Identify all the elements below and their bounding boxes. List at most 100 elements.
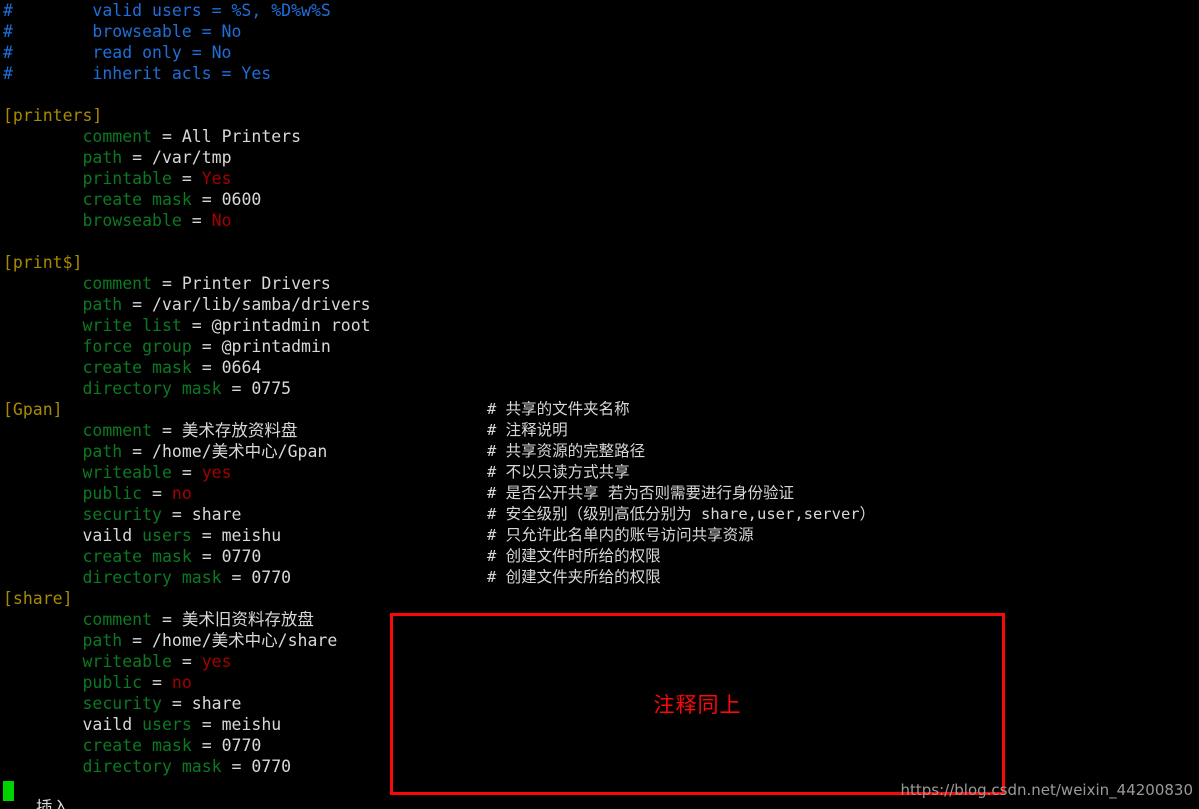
- directive-key: path: [82, 295, 123, 314]
- terminal-line: create mask = 0600: [0, 189, 1199, 210]
- directive-value: meishu: [221, 715, 282, 734]
- equals-sign: =: [221, 757, 252, 776]
- equals-sign: =: [152, 421, 182, 440]
- annotation-comment: # 创建文件夹所给的权限: [487, 568, 661, 586]
- directive-value: 0770: [251, 568, 292, 587]
- equals-sign: =: [191, 190, 222, 209]
- config-line-content: # read only = No: [3, 42, 231, 63]
- config-line-content: path = /var/lib/samba/drivers: [3, 294, 371, 315]
- directive-value: 0770: [251, 757, 292, 776]
- directive-key: public: [82, 484, 143, 503]
- equals-sign: =: [191, 736, 222, 755]
- section-header: [Gpan]: [3, 400, 63, 419]
- directive-key: force group: [82, 337, 192, 356]
- equals-sign: =: [152, 127, 182, 146]
- config-line-content: browseable = No: [3, 210, 232, 231]
- equals-sign: =: [221, 379, 252, 398]
- config-line-content: create mask = 0770: [3, 546, 261, 567]
- config-line-content: directory mask = 0770: [3, 567, 291, 588]
- terminal-line: create mask = 0664: [0, 357, 1199, 378]
- equals-sign: =: [191, 715, 222, 734]
- directive-value: /home/美术中心/Gpan: [152, 442, 328, 461]
- terminal-line: [share]: [0, 588, 1199, 609]
- terminal-line: path = /var/lib/samba/drivers: [0, 294, 1199, 315]
- annotation-comment: # 安全级别（级别高低分别为 share,user,server）: [487, 505, 876, 523]
- directive-key: writeable: [82, 463, 172, 482]
- terminal-line: # browseable = No: [0, 21, 1199, 42]
- directive-value: All Printers: [181, 127, 302, 146]
- config-line-content: force group = @printadmin: [3, 336, 330, 357]
- terminal-line: comment = 美术存放资料盘 # 注释说明: [0, 420, 1199, 441]
- directive-value: Yes: [201, 169, 232, 188]
- directive-key: directory mask: [82, 568, 222, 587]
- directive-key: comment: [82, 127, 153, 146]
- equals-sign: =: [191, 547, 222, 566]
- annotation-comment: # 共享资源的完整路径: [487, 442, 646, 460]
- terminal-line: comment = All Printers: [0, 126, 1199, 147]
- section-header: [print$]: [3, 253, 83, 272]
- terminal-line: comment = Printer Drivers: [0, 273, 1199, 294]
- directive-value: 0664: [221, 358, 262, 377]
- terminal-line: [print$]: [0, 252, 1199, 273]
- config-line-content: create mask = 0770: [3, 735, 261, 756]
- directive-key: browseable: [82, 211, 182, 230]
- config-line-content: directory mask = 0775: [3, 378, 291, 399]
- config-line-content: [3, 84, 13, 105]
- config-line-content: printable = Yes: [3, 168, 232, 189]
- terminal-line: [0, 231, 1199, 252]
- annotation-comment: # 是否公开共享 若为否则需要进行身份验证: [487, 484, 794, 502]
- directive-key: security: [82, 694, 162, 713]
- directive-value: No: [211, 211, 232, 230]
- red-annotation-box: 注释同上: [390, 613, 1005, 795]
- config-line-content: path = /home/美术中心/share: [3, 630, 337, 651]
- directive-key: users: [142, 715, 192, 734]
- directive-key: writeable: [82, 652, 172, 671]
- equals-sign: =: [122, 148, 153, 167]
- equals-sign: =: [122, 442, 153, 461]
- equals-sign: =: [171, 169, 202, 188]
- equals-sign: =: [221, 568, 252, 587]
- equals-sign: =: [152, 610, 182, 629]
- equals-sign: =: [142, 484, 172, 503]
- directive-value: no: [171, 673, 192, 692]
- equals-sign: =: [181, 211, 212, 230]
- config-line-content: [printers]: [3, 105, 102, 126]
- directive-key: write list: [82, 316, 182, 335]
- config-line-content: writeable = yes: [3, 651, 232, 672]
- directive-value: /var/lib/samba/drivers: [152, 295, 371, 314]
- config-line-content: writeable = yes: [3, 462, 231, 483]
- config-line-content: public = no: [3, 483, 192, 504]
- config-line-content: comment = All Printers: [3, 126, 301, 147]
- commented-directive: # valid users = %S, %D%w%S: [3, 1, 331, 20]
- section-header: [printers]: [3, 106, 103, 125]
- terminal-line: force group = @printadmin: [0, 336, 1199, 357]
- directive-value: no: [171, 484, 192, 503]
- equals-sign: =: [191, 526, 222, 545]
- terminal-line: [0, 84, 1199, 105]
- equals-sign: =: [142, 673, 172, 692]
- terminal-line: writeable = yes # 不以只读方式共享: [0, 462, 1199, 483]
- directive-value: yes: [201, 652, 232, 671]
- terminal-cursor: [3, 781, 14, 801]
- directive-key: path: [82, 148, 123, 167]
- config-line-content: security = share: [3, 693, 241, 714]
- terminal-line: # valid users = %S, %D%w%S: [0, 0, 1199, 21]
